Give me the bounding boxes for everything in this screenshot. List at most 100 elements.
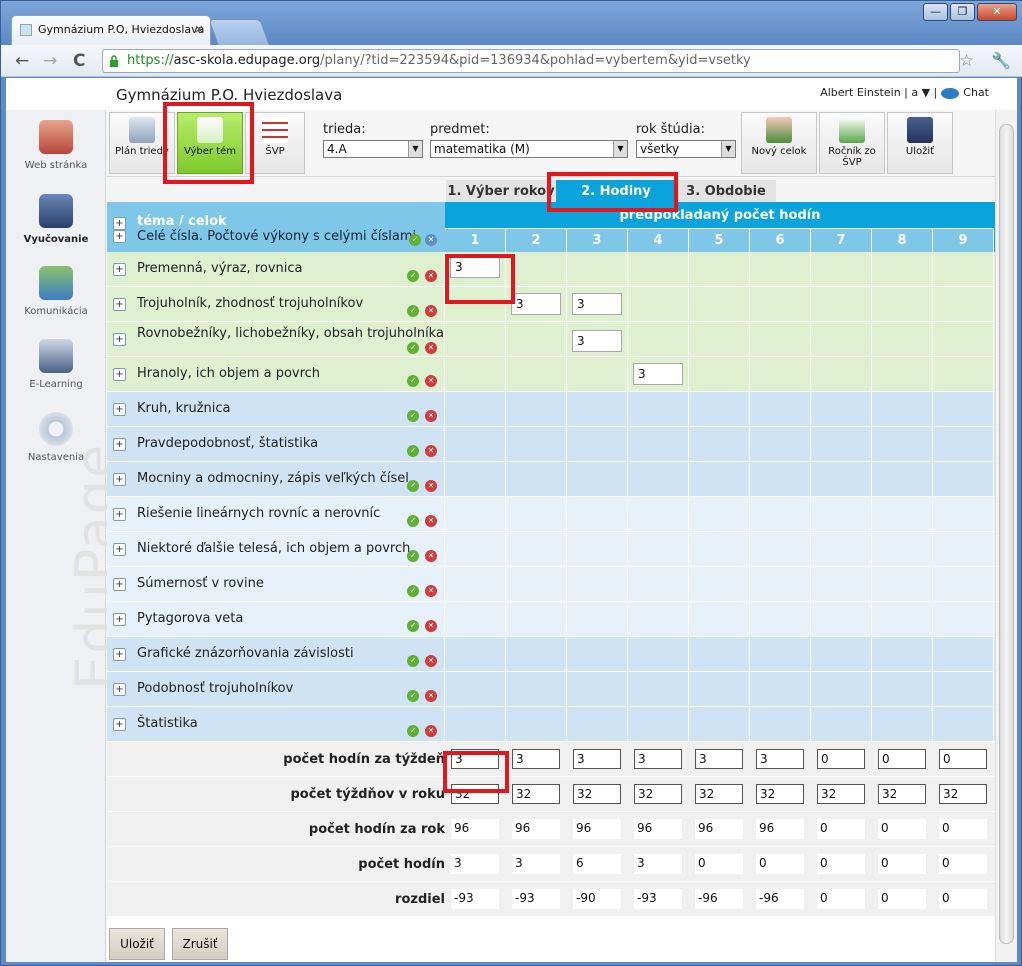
- hours-cell[interactable]: [628, 392, 689, 426]
- hours-cell[interactable]: [750, 252, 811, 286]
- hours-cell[interactable]: [811, 252, 872, 286]
- hours-cell[interactable]: [445, 532, 506, 566]
- hours-cell[interactable]: [506, 462, 567, 496]
- summary-input[interactable]: 32: [634, 784, 682, 804]
- hours-cell[interactable]: [567, 392, 628, 426]
- hours-cell[interactable]: [506, 602, 567, 636]
- hours-cell[interactable]: [750, 462, 811, 496]
- back-icon[interactable]: ←: [15, 51, 29, 71]
- hours-cell[interactable]: [872, 567, 933, 601]
- hours-cell[interactable]: [445, 497, 506, 531]
- hours-cell[interactable]: [811, 637, 872, 671]
- hours-cell[interactable]: [933, 357, 994, 391]
- hours-input[interactable]: 3: [450, 256, 500, 278]
- hours-cell[interactable]: [811, 532, 872, 566]
- hours-cell[interactable]: [567, 532, 628, 566]
- hours-cell[interactable]: [689, 252, 750, 286]
- hours-cell[interactable]: [689, 707, 750, 741]
- hours-cell[interactable]: [811, 427, 872, 461]
- hours-cell[interactable]: [689, 602, 750, 636]
- hours-cell[interactable]: [567, 602, 628, 636]
- summary-input[interactable]: 3: [451, 749, 499, 769]
- hours-cell[interactable]: [750, 672, 811, 706]
- hours-cell[interactable]: [872, 322, 933, 356]
- delete-icon[interactable]: ✕: [425, 234, 437, 246]
- hours-cell[interactable]: [872, 357, 933, 391]
- hours-cell[interactable]: [445, 392, 506, 426]
- hours-cell[interactable]: [445, 322, 506, 356]
- trieda-select[interactable]: 4.A ▼: [323, 140, 423, 158]
- hours-cell[interactable]: [872, 392, 933, 426]
- summary-input[interactable]: 32: [878, 784, 926, 804]
- hours-cell[interactable]: [750, 497, 811, 531]
- hours-cell[interactable]: [750, 427, 811, 461]
- summary-input[interactable]: 3: [634, 749, 682, 769]
- hours-cell[interactable]: [933, 322, 994, 356]
- hours-cell[interactable]: [872, 427, 933, 461]
- hours-cell[interactable]: [628, 567, 689, 601]
- hours-cell[interactable]: [567, 462, 628, 496]
- hours-cell[interactable]: [506, 322, 567, 356]
- address-bar[interactable]: https://asc-skola.edupage.org/plany/?tid…: [102, 49, 960, 73]
- hours-cell[interactable]: [506, 392, 567, 426]
- reload-icon[interactable]: C: [73, 51, 85, 71]
- summary-input[interactable]: 0: [817, 749, 865, 769]
- hours-cell[interactable]: [689, 497, 750, 531]
- tab-hodiny[interactable]: 2. Hodiny: [556, 180, 676, 204]
- hours-cell[interactable]: [811, 287, 872, 321]
- hours-cell[interactable]: [811, 567, 872, 601]
- hours-cell[interactable]: [567, 567, 628, 601]
- summary-input[interactable]: 32: [939, 784, 987, 804]
- hours-cell[interactable]: [506, 672, 567, 706]
- nav-vyucovanie[interactable]: Vyučovanie: [6, 194, 106, 245]
- summary-input[interactable]: 32: [817, 784, 865, 804]
- hours-cell[interactable]: [872, 532, 933, 566]
- hours-cell[interactable]: [567, 357, 628, 391]
- hours-cell[interactable]: [689, 357, 750, 391]
- hours-cell[interactable]: [689, 427, 750, 461]
- hours-input[interactable]: 3: [572, 330, 622, 352]
- hours-cell[interactable]: [628, 322, 689, 356]
- save-button[interactable]: Uložiť: [109, 928, 165, 960]
- hours-cell[interactable]: [567, 637, 628, 671]
- bookmark-star-icon[interactable]: ☆: [959, 51, 974, 71]
- close-window-button[interactable]: ✕: [977, 3, 1017, 21]
- predmet-select[interactable]: matematika (M) ▼: [430, 140, 628, 158]
- hours-cell[interactable]: [872, 602, 933, 636]
- hours-cell[interactable]: [506, 252, 567, 286]
- tab-vyber-rokov[interactable]: 1. Výber rokov: [446, 180, 556, 204]
- hours-cell[interactable]: [811, 357, 872, 391]
- hours-cell[interactable]: [506, 637, 567, 671]
- hours-cell[interactable]: [872, 252, 933, 286]
- new-tab-button[interactable]: [208, 19, 270, 45]
- summary-input[interactable]: 3: [756, 749, 804, 769]
- hours-cell[interactable]: [750, 322, 811, 356]
- summary-input[interactable]: 32: [573, 784, 621, 804]
- hours-cell[interactable]: [933, 392, 994, 426]
- hours-cell[interactable]: [933, 567, 994, 601]
- svp-button[interactable]: ŠVP: [245, 112, 305, 174]
- forward-icon[interactable]: →: [43, 51, 57, 71]
- hours-cell[interactable]: [933, 252, 994, 286]
- hours-cell[interactable]: [750, 637, 811, 671]
- hours-cell[interactable]: [872, 497, 933, 531]
- expand-icon[interactable]: +: [113, 217, 126, 230]
- hours-input[interactable]: 3: [633, 363, 683, 385]
- chat-link[interactable]: Chat: [963, 86, 989, 99]
- hours-cell[interactable]: [811, 322, 872, 356]
- hours-cell[interactable]: [750, 287, 811, 321]
- hours-cell[interactable]: [872, 287, 933, 321]
- hours-cell[interactable]: [689, 462, 750, 496]
- user-name[interactable]: Albert Einstein | a ▼ |: [820, 86, 937, 99]
- hours-cell[interactable]: [933, 602, 994, 636]
- chat-bubble-icon[interactable]: [941, 87, 960, 99]
- wrench-icon[interactable]: 🔧: [991, 51, 1011, 70]
- hours-cell[interactable]: [872, 462, 933, 496]
- hours-cell[interactable]: [689, 637, 750, 671]
- hours-cell[interactable]: [811, 602, 872, 636]
- hours-cell[interactable]: [689, 287, 750, 321]
- hours-cell[interactable]: [933, 532, 994, 566]
- hours-cell[interactable]: [628, 637, 689, 671]
- hours-cell[interactable]: [445, 672, 506, 706]
- cancel-button[interactable]: Zrušiť: [172, 928, 228, 960]
